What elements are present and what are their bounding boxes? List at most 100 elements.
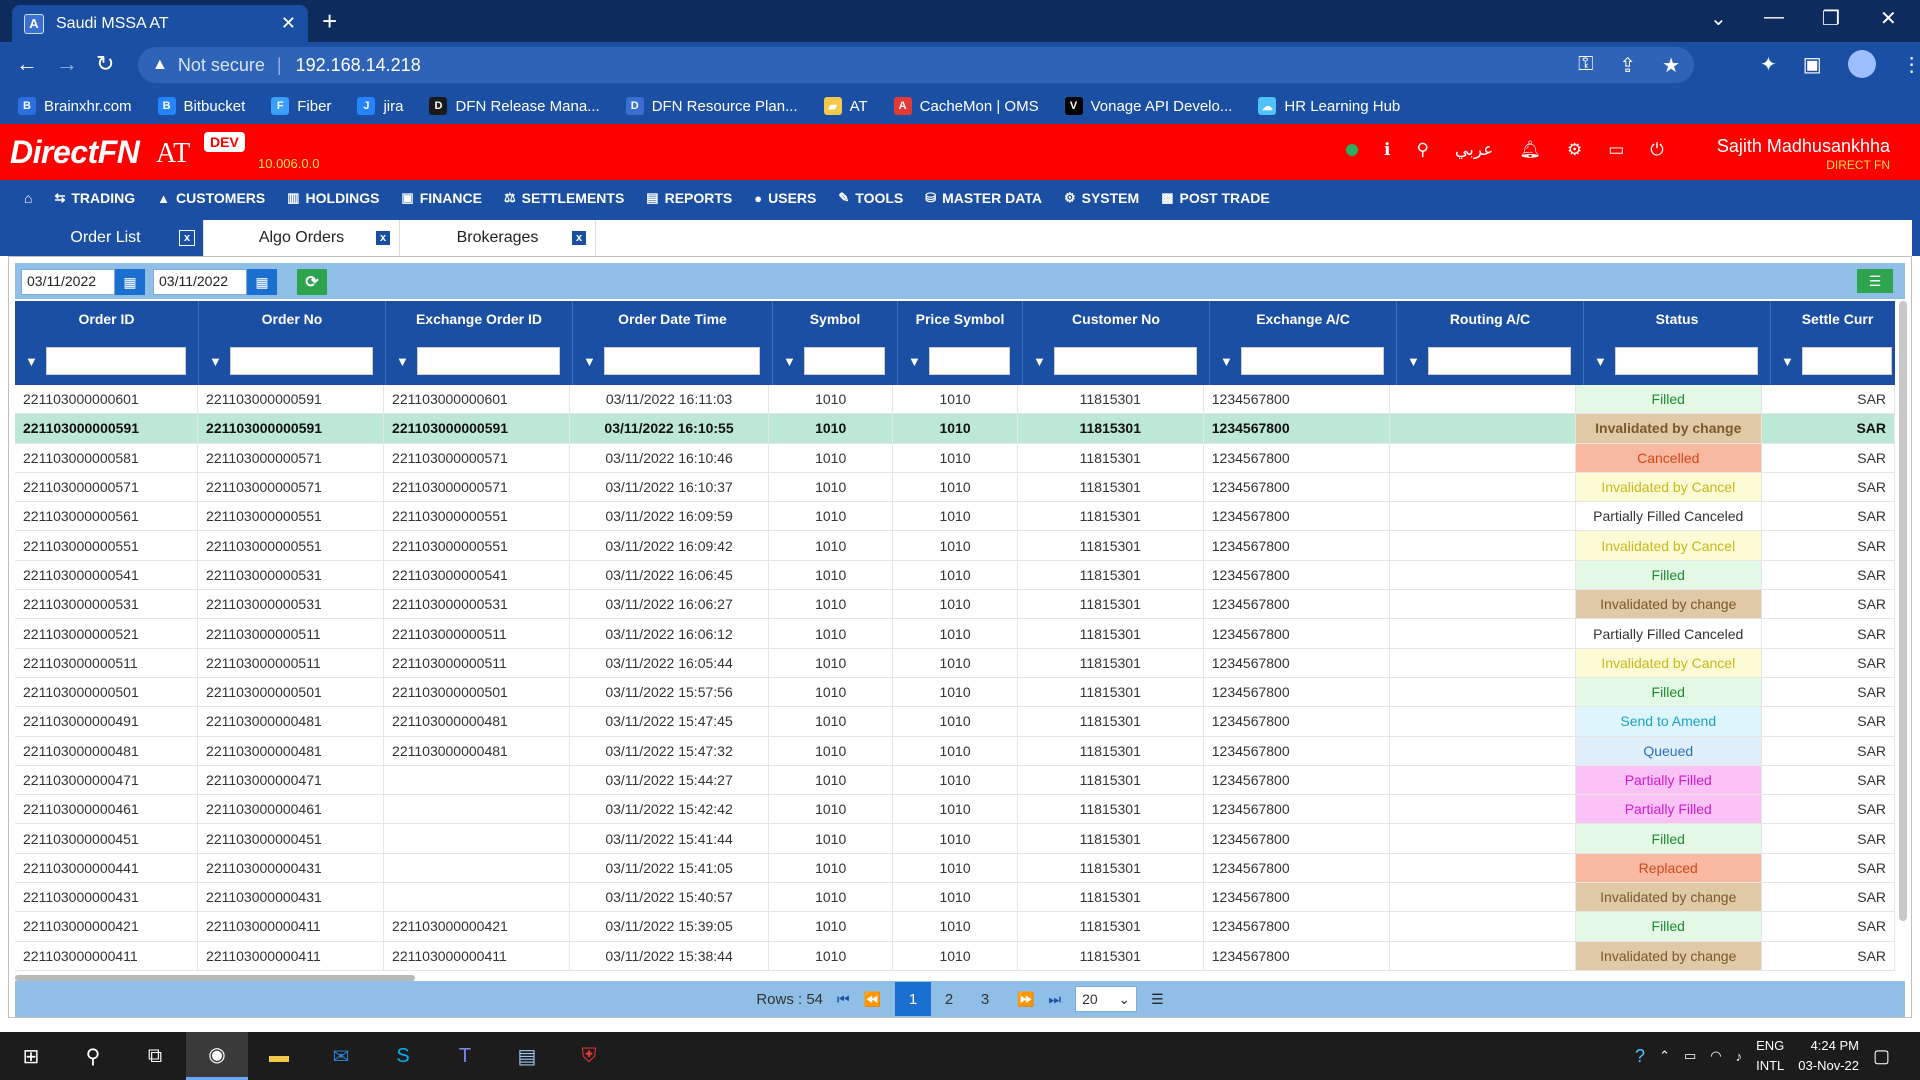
power-icon[interactable]: ⏻ xyxy=(1650,140,1663,160)
close-tab-icon[interactable]: ✕ xyxy=(281,13,296,34)
tab-algo-orders[interactable]: Algo Orders x xyxy=(204,220,400,256)
filter-input[interactable] xyxy=(1614,347,1758,375)
page-2-button[interactable]: 2 xyxy=(931,982,967,1016)
menu-finance[interactable]: ▣ FINANCE xyxy=(401,190,482,206)
table-row[interactable]: 221103000000421 221103000000411 2211030000… xyxy=(15,912,1895,942)
list-settings-icon[interactable]: ☰ xyxy=(1151,991,1164,1008)
filter-input[interactable] xyxy=(1053,347,1197,375)
column-header[interactable]: Price Symbol xyxy=(898,301,1023,337)
table-row[interactable]: 221103000000491 221103000000481 2211030000… xyxy=(15,707,1895,737)
filter-icon[interactable]: ▼ xyxy=(583,354,596,369)
page-1-button[interactable]: 1 xyxy=(895,982,932,1016)
column-header[interactable]: Customer No xyxy=(1023,301,1210,337)
column-menu-button[interactable]: ☰ xyxy=(1857,269,1893,293)
battery-icon[interactable]: ▭ xyxy=(1684,1048,1696,1064)
bookmark-item[interactable]: D DFN Release Mana... xyxy=(429,97,600,115)
filter-input[interactable] xyxy=(229,347,373,375)
table-row[interactable]: 221103000000431 221103000000431 03/11/2022… xyxy=(15,883,1895,913)
close-tab-icon[interactable]: x xyxy=(571,230,587,246)
outlook-icon[interactable]: ✉ xyxy=(310,1032,372,1080)
table-row[interactable]: 221103000000501 221103000000501 2211030000… xyxy=(15,677,1895,708)
close-tab-icon[interactable]: x xyxy=(375,230,391,246)
filter-icon[interactable]: ▼ xyxy=(396,354,409,369)
table-row[interactable]: 221103000000581 221103000000571 2211030000… xyxy=(15,443,1895,473)
filter-input[interactable] xyxy=(603,347,760,375)
file-explorer-icon[interactable]: ▬ xyxy=(248,1032,310,1080)
help-icon[interactable]: ? xyxy=(1635,1046,1645,1067)
menu-tools[interactable]: ✎ TOOLS xyxy=(838,190,903,206)
filter-icon[interactable]: ▼ xyxy=(25,354,38,369)
table-row[interactable]: 221103000000511 221103000000511 2211030000… xyxy=(15,648,1895,678)
key-icon[interactable]: ⚿ xyxy=(1578,53,1593,78)
windows-start-icon[interactable]: ⊞ xyxy=(0,1032,62,1080)
last-page-icon[interactable]: ⏭ xyxy=(1049,991,1062,1008)
tab-search-icon[interactable]: ⌄ xyxy=(1710,6,1727,31)
app-icon[interactable]: ▤ xyxy=(496,1032,558,1080)
address-bar[interactable]: ▲ Not secure | 192.168.14.218 ⚿ ⇪ ★ xyxy=(138,47,1694,83)
side-panel-icon[interactable]: ▣ xyxy=(1803,52,1822,77)
filter-input[interactable] xyxy=(928,347,1010,375)
table-row[interactable]: 221103000000411 221103000000411 2211030000… xyxy=(15,941,1895,971)
table-row[interactable]: 221103000000571 221103000000571 2211030000… xyxy=(15,472,1895,503)
prev-page-icon[interactable]: ⏪ xyxy=(864,991,881,1008)
menu-master-data[interactable]: ⛁ MASTER DATA xyxy=(925,190,1042,206)
more-menu-icon[interactable]: ⋮ xyxy=(1902,52,1920,77)
filter-icon[interactable]: ▼ xyxy=(1407,354,1420,369)
refresh-button[interactable]: ⟳ xyxy=(297,269,327,295)
close-window-icon[interactable]: ✕ xyxy=(1880,6,1897,31)
chevron-up-icon[interactable]: ⌃ xyxy=(1659,1048,1670,1064)
filter-icon[interactable]: ▼ xyxy=(1594,354,1607,369)
table-row[interactable]: 221103000000551 221103000000551 2211030000… xyxy=(15,531,1895,561)
home-icon[interactable]: ⌂ xyxy=(24,190,32,206)
column-header[interactable]: Order Date Time xyxy=(573,301,773,337)
extensions-icon[interactable]: ✦ xyxy=(1760,52,1777,77)
filter-input[interactable] xyxy=(1801,347,1892,375)
column-header[interactable]: Status xyxy=(1584,301,1771,337)
column-header[interactable]: Routing A/C xyxy=(1397,301,1584,337)
filter-input[interactable] xyxy=(1240,347,1384,375)
filter-input[interactable] xyxy=(803,347,885,375)
bell-icon[interactable]: 🔔︎ xyxy=(1519,140,1541,160)
new-tab-icon[interactable]: + xyxy=(322,6,337,37)
input-language[interactable]: ENG INTL xyxy=(1756,1036,1784,1076)
profile-avatar[interactable] xyxy=(1847,50,1876,78)
table-row[interactable]: 221103000000531 221103000000531 2211030000… xyxy=(15,590,1895,620)
menu-system[interactable]: ⚙ SYSTEM xyxy=(1064,190,1139,206)
restore-icon[interactable]: ❐ xyxy=(1822,6,1840,31)
volume-icon[interactable]: ♪ xyxy=(1736,1049,1743,1064)
table-row[interactable]: 221103000000441 221103000000431 03/11/2022… xyxy=(15,853,1895,884)
bookmark-item[interactable]: B Brainxhr.com xyxy=(18,97,132,115)
bookmark-item[interactable]: B Bitbucket xyxy=(157,97,245,115)
clock[interactable]: 4:24 PM 03-Nov-22 xyxy=(1798,1036,1859,1076)
close-tab-icon[interactable]: x xyxy=(179,230,195,246)
language-switch[interactable]: عربي xyxy=(1455,140,1493,160)
bookmark-item[interactable]: V Vonage API Develo... xyxy=(1064,97,1232,115)
table-row[interactable]: 221103000000461 221103000000461 03/11/2022… xyxy=(15,795,1895,825)
filter-input[interactable] xyxy=(45,347,186,375)
back-icon[interactable]: ← xyxy=(16,51,38,77)
menu-trading[interactable]: ⇆ TRADING xyxy=(54,190,135,206)
app-logo[interactable]: DirectFN xyxy=(10,134,140,171)
share-icon[interactable]: ⇪ xyxy=(1619,53,1636,78)
minimize-icon[interactable]: — xyxy=(1764,6,1784,29)
table-row[interactable]: 221103000000601 221103000000591 2211030000… xyxy=(15,385,1895,415)
vertical-scrollbar[interactable] xyxy=(1899,301,1907,921)
tab-order-list[interactable]: Order List x xyxy=(8,220,204,256)
from-date-input[interactable]: 03/11/2022 xyxy=(21,269,115,295)
column-header[interactable]: Order No xyxy=(199,301,386,337)
table-row[interactable]: 221103000000541 221103000000531 2211030000… xyxy=(15,560,1895,591)
page-3-button[interactable]: 3 xyxy=(967,982,1003,1016)
info-icon[interactable]: ℹ xyxy=(1384,140,1390,160)
menu-holdings[interactable]: ▥ HOLDINGS xyxy=(287,190,379,206)
gear-icon[interactable]: ⚙ xyxy=(1567,140,1582,160)
skype-icon[interactable]: S xyxy=(372,1032,434,1080)
to-date-input[interactable]: 03/11/2022 xyxy=(153,269,247,295)
to-calendar-icon[interactable]: ▦ xyxy=(247,269,277,295)
column-header[interactable]: Symbol xyxy=(773,301,898,337)
menu-settlements[interactable]: ⚖ SETTLEMENTS xyxy=(504,190,624,206)
filter-icon[interactable]: ▼ xyxy=(209,354,222,369)
search-icon[interactable]: ⚲ xyxy=(62,1032,124,1080)
bookmark-item[interactable]: F Fiber xyxy=(271,97,331,115)
table-row[interactable]: 221103000000471 221103000000471 03/11/2022… xyxy=(15,765,1895,796)
table-row[interactable]: 221103000000481 221103000000481 2211030000… xyxy=(15,736,1895,766)
